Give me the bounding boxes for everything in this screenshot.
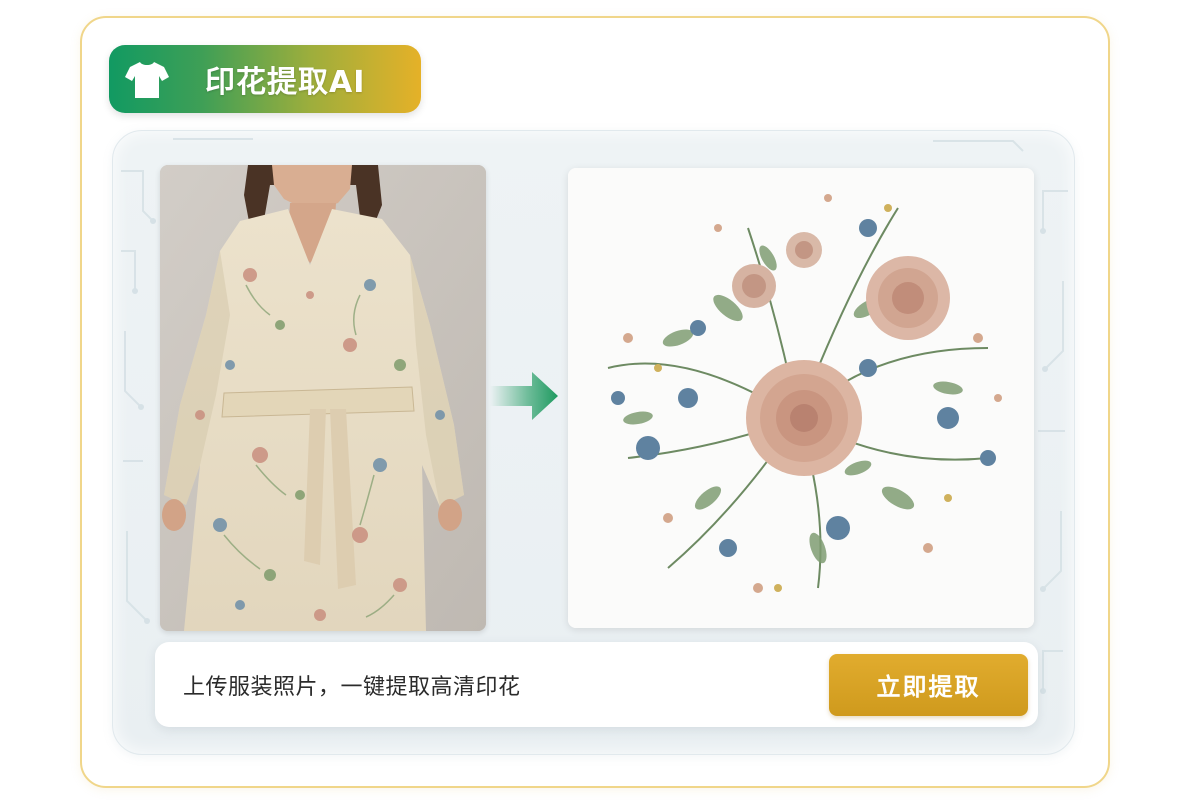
upload-hint: 上传服装照片，一键提取高清印花 <box>183 674 521 700</box>
title-badge: 印花提取AI <box>109 45 421 113</box>
t-shirt-icon <box>125 62 169 98</box>
arrow-right-icon <box>490 372 558 420</box>
action-bar: 上传服装照片，一键提取高清印花 立即提取 <box>155 642 1038 727</box>
extract-now-button[interactable]: 立即提取 <box>829 653 1028 716</box>
page-title: 印花提取AI <box>205 65 366 100</box>
extracted-print-result <box>568 168 1034 628</box>
source-dress-photo <box>160 165 486 631</box>
